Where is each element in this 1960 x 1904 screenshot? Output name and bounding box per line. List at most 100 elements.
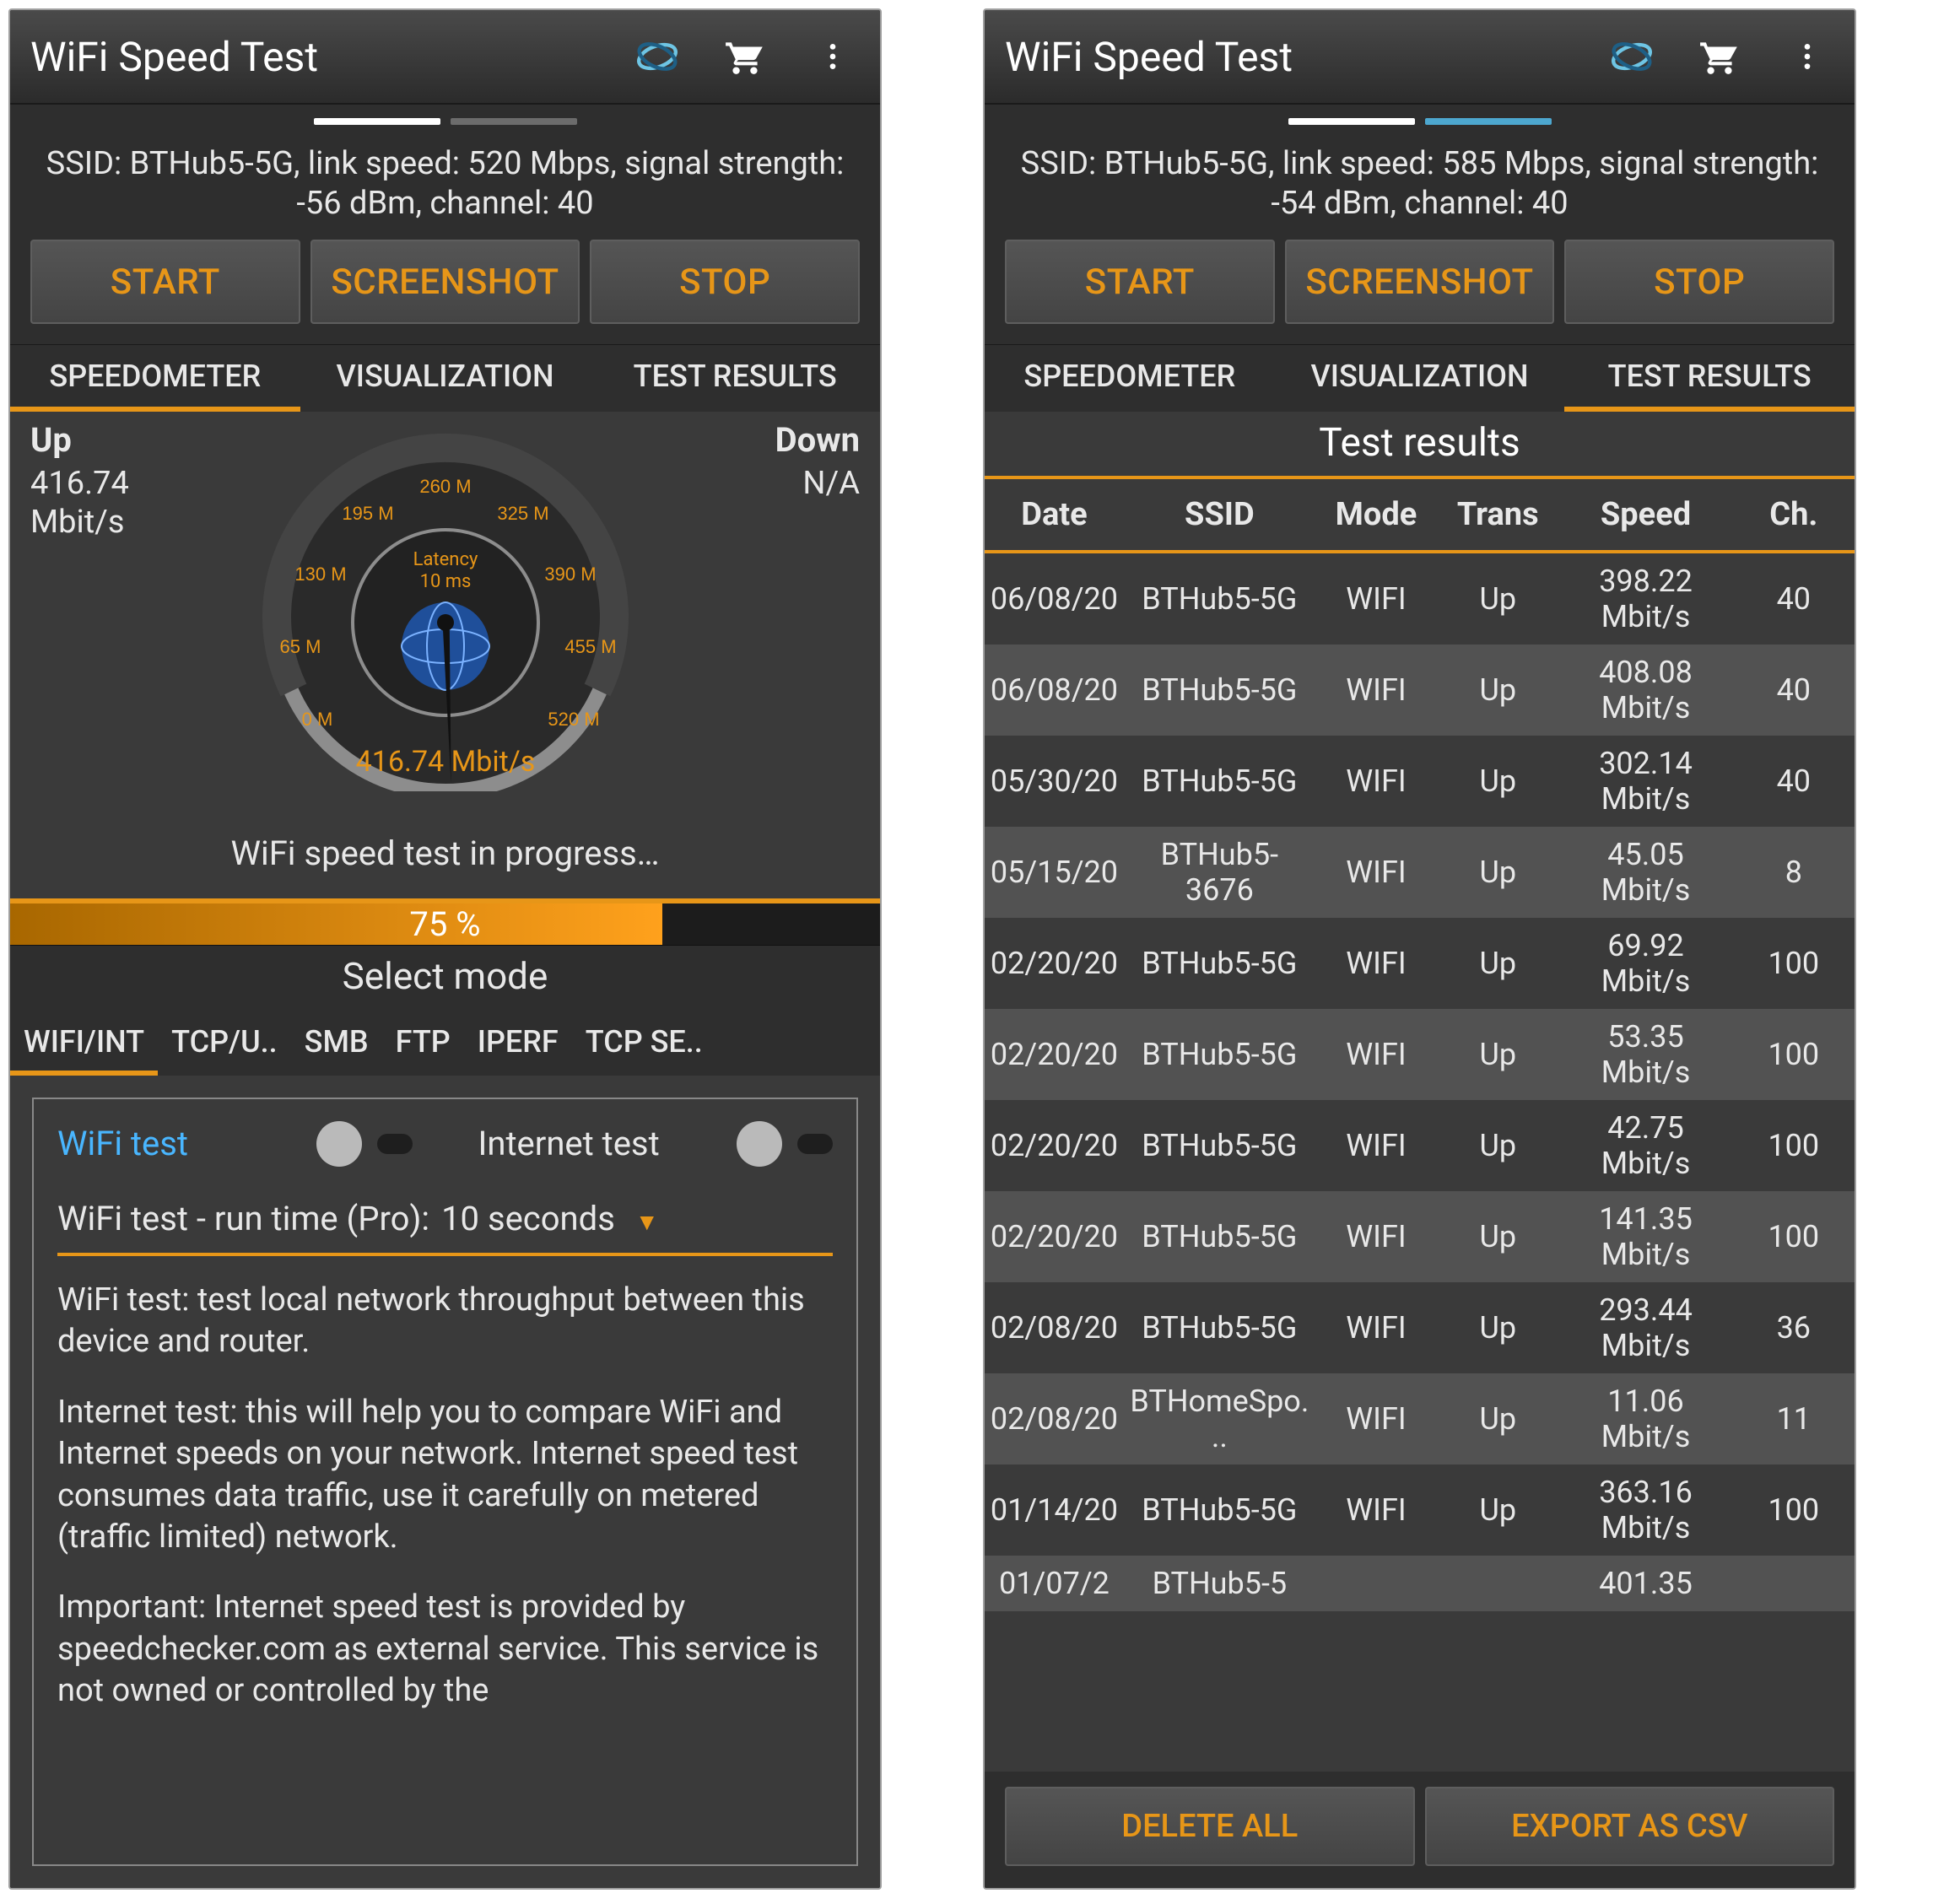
table-row[interactable]: 05/30/20BTHub5-5GWIFIUp302.14 Mbit/s40 [985, 736, 1855, 827]
tab-visualization[interactable]: VISUALIZATION [300, 345, 591, 407]
results-table: DateSSIDModeTransSpeedCh. 06/08/20BTHub5… [985, 479, 1855, 1772]
subtab-ftp[interactable]: FTP [382, 1008, 464, 1076]
app-title: WiFi Speed Test [1005, 33, 1571, 81]
tab-results[interactable]: TEST RESULTS [590, 345, 880, 407]
runtime-dropdown[interactable]: WiFi test - run time (Pro): 10 seconds ▼ [57, 1197, 833, 1256]
tab-results[interactable]: TEST RESULTS [1564, 345, 1855, 407]
wifi-test-toggle[interactable] [316, 1121, 362, 1167]
upload-unit: Mbit/s [30, 504, 124, 541]
table-cell: BTHub5-5G [1124, 1100, 1315, 1191]
start-button[interactable]: START [30, 240, 300, 324]
internet-test-label: Internet test [478, 1122, 722, 1166]
column-header[interactable]: Trans [1437, 479, 1558, 552]
promo-icon[interactable] [630, 30, 684, 84]
tab-speedometer[interactable]: SPEEDOMETER [985, 345, 1275, 407]
stop-button[interactable]: STOP [1564, 240, 1834, 324]
table-cell: 36 [1733, 1282, 1855, 1373]
subtab-iperf[interactable]: IPERF [464, 1008, 572, 1076]
subtab-tcp-u[interactable]: TCP/U.. [158, 1008, 291, 1076]
cart-icon[interactable] [1693, 30, 1747, 84]
table-cell: 398.22 Mbit/s [1558, 552, 1732, 645]
table-cell: 69.92 Mbit/s [1558, 918, 1732, 1009]
table-cell: 02/20/20 [985, 1191, 1124, 1282]
table-row[interactable]: 01/14/20BTHub5-5GWIFIUp363.16 Mbit/s100 [985, 1464, 1855, 1556]
overflow-icon[interactable] [1780, 30, 1834, 84]
main-button-row: START SCREENSHOT STOP [10, 229, 880, 344]
table-row[interactable]: 02/20/20BTHub5-5GWIFIUp69.92 Mbit/s100 [985, 918, 1855, 1009]
subtab-wifi-int[interactable]: WIFI/INT [10, 1008, 158, 1076]
table-cell: 45.05 Mbit/s [1558, 827, 1732, 918]
table-row[interactable]: 02/20/20BTHub5-5GWIFIUp53.35 Mbit/s100 [985, 1009, 1855, 1100]
app-title: WiFi Speed Test [30, 33, 597, 81]
column-header[interactable]: Speed [1558, 479, 1732, 552]
table-cell: 02/08/20 [985, 1373, 1124, 1464]
table-cell: BTHub5-5G [1124, 736, 1315, 827]
table-cell: 05/30/20 [985, 736, 1124, 827]
overflow-icon[interactable] [806, 30, 860, 84]
table-row[interactable]: 02/08/20BTHomeSpo...WIFIUp11.06 Mbit/s11 [985, 1373, 1855, 1464]
table-cell: BTHub5-5 [1124, 1556, 1315, 1611]
table-row[interactable]: 02/20/20BTHub5-5GWIFIUp42.75 Mbit/s100 [985, 1100, 1855, 1191]
svg-text:455 M: 455 M [564, 636, 616, 657]
screenshot-button[interactable]: SCREENSHOT [1285, 240, 1555, 324]
table-cell: BTHub5-3676 [1124, 827, 1315, 918]
table-cell: WIFI [1315, 1009, 1437, 1100]
tab-speedometer[interactable]: SPEEDOMETER [10, 345, 300, 407]
runtime-label: WiFi test - run time (Pro): [57, 1197, 429, 1241]
page-dot [451, 118, 577, 125]
table-cell [1733, 1556, 1855, 1611]
table-cell: 100 [1733, 1009, 1855, 1100]
table-cell: 01/14/20 [985, 1464, 1124, 1556]
table-cell: WIFI [1315, 1191, 1437, 1282]
subtab-smb[interactable]: SMB [291, 1008, 382, 1076]
table-cell: BTHub5-5G [1124, 645, 1315, 736]
table-row[interactable]: 01/07/2BTHub5-5401.35 [985, 1556, 1855, 1611]
table-cell: 40 [1733, 645, 1855, 736]
screenshot-button[interactable]: SCREENSHOT [310, 240, 580, 324]
table-cell: 100 [1733, 1191, 1855, 1282]
subtab-tcp-se[interactable]: TCP SE.. [572, 1008, 716, 1076]
export-csv-button[interactable]: EXPORT AS CSV [1425, 1787, 1835, 1866]
svg-text:130 M: 130 M [294, 564, 346, 585]
table-row[interactable]: 05/15/20BTHub5-3676WIFIUp45.05 Mbit/s8 [985, 827, 1855, 918]
chevron-down-icon: ▼ [635, 1207, 659, 1238]
tab-row-right: SPEEDOMETER VISUALIZATION TEST RESULTS [985, 344, 1855, 412]
table-cell: 100 [1733, 918, 1855, 1009]
table-cell: Up [1437, 1282, 1558, 1373]
table-row[interactable]: 06/08/20BTHub5-5GWIFIUp398.22 Mbit/s40 [985, 552, 1855, 645]
column-header[interactable]: Date [985, 479, 1124, 552]
promo-icon[interactable] [1605, 30, 1659, 84]
gauge-reading: 416.74 Mbit/s [355, 745, 535, 779]
table-cell: Up [1437, 1373, 1558, 1464]
table-row[interactable]: 02/20/20BTHub5-5GWIFIUp141.35 Mbit/s100 [985, 1191, 1855, 1282]
table-cell: Up [1437, 1464, 1558, 1556]
table-row[interactable]: 06/08/20BTHub5-5GWIFIUp408.08 Mbit/s40 [985, 645, 1855, 736]
delete-all-button[interactable]: DELETE ALL [1005, 1787, 1415, 1866]
table-cell: WIFI [1315, 827, 1437, 918]
table-cell: WIFI [1315, 736, 1437, 827]
gauge: 0 M 65 M 130 M 195 M 260 M 325 M 390 M 4… [174, 420, 716, 833]
page-dot [1425, 118, 1552, 125]
start-button[interactable]: START [1005, 240, 1275, 324]
runtime-value: 10 seconds [441, 1197, 615, 1241]
table-row[interactable]: 02/08/20BTHub5-5GWIFIUp293.44 Mbit/s36 [985, 1282, 1855, 1373]
progress-label: 75 % [10, 903, 880, 945]
upload-value: 416.74 [30, 465, 129, 502]
tab-visualization[interactable]: VISUALIZATION [1275, 345, 1565, 407]
column-header[interactable]: Ch. [1733, 479, 1855, 552]
table-cell: Up [1437, 827, 1558, 918]
column-header[interactable]: Mode [1315, 479, 1437, 552]
table-cell: 02/20/20 [985, 918, 1124, 1009]
column-header[interactable]: SSID [1124, 479, 1315, 552]
internet-test-toggle[interactable] [737, 1121, 782, 1167]
ssid-info-right: SSID: BTHub5-5G, link speed: 585 Mbps, s… [985, 138, 1855, 229]
cart-icon[interactable] [718, 30, 772, 84]
table-cell: 408.08 Mbit/s [1558, 645, 1732, 736]
results-button-row: DELETE ALL EXPORT AS CSV [985, 1772, 1855, 1888]
latency-label: Latency [413, 549, 478, 570]
table-cell: BTHub5-5G [1124, 552, 1315, 645]
table-cell: 53.35 Mbit/s [1558, 1009, 1732, 1100]
stop-button[interactable]: STOP [590, 240, 860, 324]
select-mode-label: Select mode [10, 946, 880, 1008]
svg-text:0 M: 0 M [301, 709, 332, 730]
